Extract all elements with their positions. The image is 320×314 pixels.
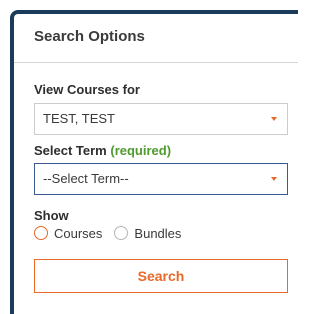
show-radio-group: Courses Bundles: [34, 224, 288, 242]
chevron-down-icon: [271, 117, 277, 121]
panel-title: Search Options: [34, 28, 145, 45]
select-term-dropdown[interactable]: --Select Term--: [34, 163, 288, 195]
view-courses-select[interactable]: TEST, TEST: [34, 103, 288, 135]
radio-courses-label: Courses: [54, 225, 103, 241]
show-label: Show: [34, 208, 69, 223]
required-indicator: (required): [110, 143, 172, 158]
select-term-value: --Select Term--: [43, 171, 129, 186]
view-courses-value: TEST, TEST: [43, 111, 115, 126]
radio-bundles[interactable]: [114, 226, 129, 240]
title-divider: [14, 62, 298, 63]
chevron-down-icon: [271, 177, 277, 181]
select-term-label: Select Term (required): [34, 143, 288, 159]
select-term-label-text: Select Term: [34, 143, 107, 158]
search-options-panel: Search Options View Courses for TEST, TE…: [10, 10, 298, 314]
radio-option-bundles[interactable]: Bundles: [114, 226, 181, 241]
radio-option-courses[interactable]: Courses: [34, 226, 102, 241]
radio-courses[interactable]: [34, 226, 48, 240]
view-courses-label: View Courses for: [34, 82, 140, 97]
radio-bundles-label: Bundles: [134, 225, 182, 241]
search-button[interactable]: Search: [34, 259, 288, 293]
